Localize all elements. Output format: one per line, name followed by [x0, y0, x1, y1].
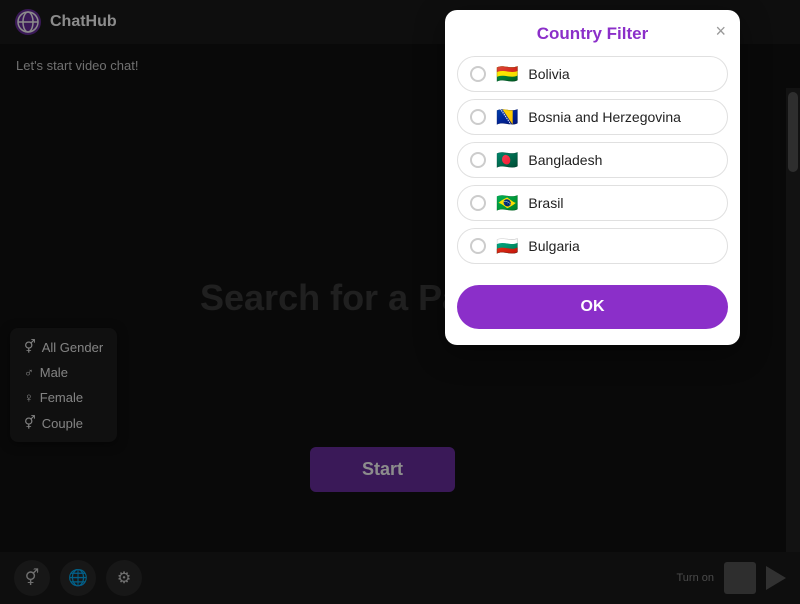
ok-button[interactable]: OK	[457, 285, 728, 329]
country-radio[interactable]	[470, 66, 486, 82]
country-radio[interactable]	[470, 109, 486, 125]
country-radio[interactable]	[470, 152, 486, 168]
country-flag-icon: 🇧🇬	[496, 237, 518, 255]
country-flag-icon: 🇧🇩	[496, 151, 518, 169]
country-item[interactable]: 🇧🇦 Bosnia and Herzegovina	[457, 99, 728, 135]
country-flag-icon: 🇧🇦	[496, 108, 518, 126]
country-radio[interactable]	[470, 195, 486, 211]
country-filter-modal: Country Filter × 🇧🇴 Bolivia 🇧🇦 Bosnia and H…	[445, 10, 740, 345]
modal-header: Country Filter ×	[445, 10, 740, 52]
modal-title: Country Filter	[537, 24, 648, 44]
country-flag-icon: 🇧🇴	[496, 65, 518, 83]
country-item[interactable]: 🇧🇬 Bulgaria	[457, 228, 728, 264]
country-name-label: Bulgaria	[528, 238, 579, 254]
modal-close-button[interactable]: ×	[715, 22, 726, 40]
country-item[interactable]: 🇧🇩 Bangladesh	[457, 142, 728, 178]
country-item[interactable]: 🇧🇷 Brasil	[457, 185, 728, 221]
country-name-label: Brasil	[528, 195, 563, 211]
country-radio[interactable]	[470, 238, 486, 254]
country-item[interactable]: 🇧🇴 Bolivia	[457, 56, 728, 92]
country-name-label: Bolivia	[528, 66, 569, 82]
country-flag-icon: 🇧🇷	[496, 194, 518, 212]
country-name-label: Bangladesh	[528, 152, 602, 168]
country-list[interactable]: 🇧🇴 Bolivia 🇧🇦 Bosnia and Herzegovina 🇧🇩 Bangl…	[445, 52, 740, 275]
country-name-label: Bosnia and Herzegovina	[528, 109, 681, 125]
